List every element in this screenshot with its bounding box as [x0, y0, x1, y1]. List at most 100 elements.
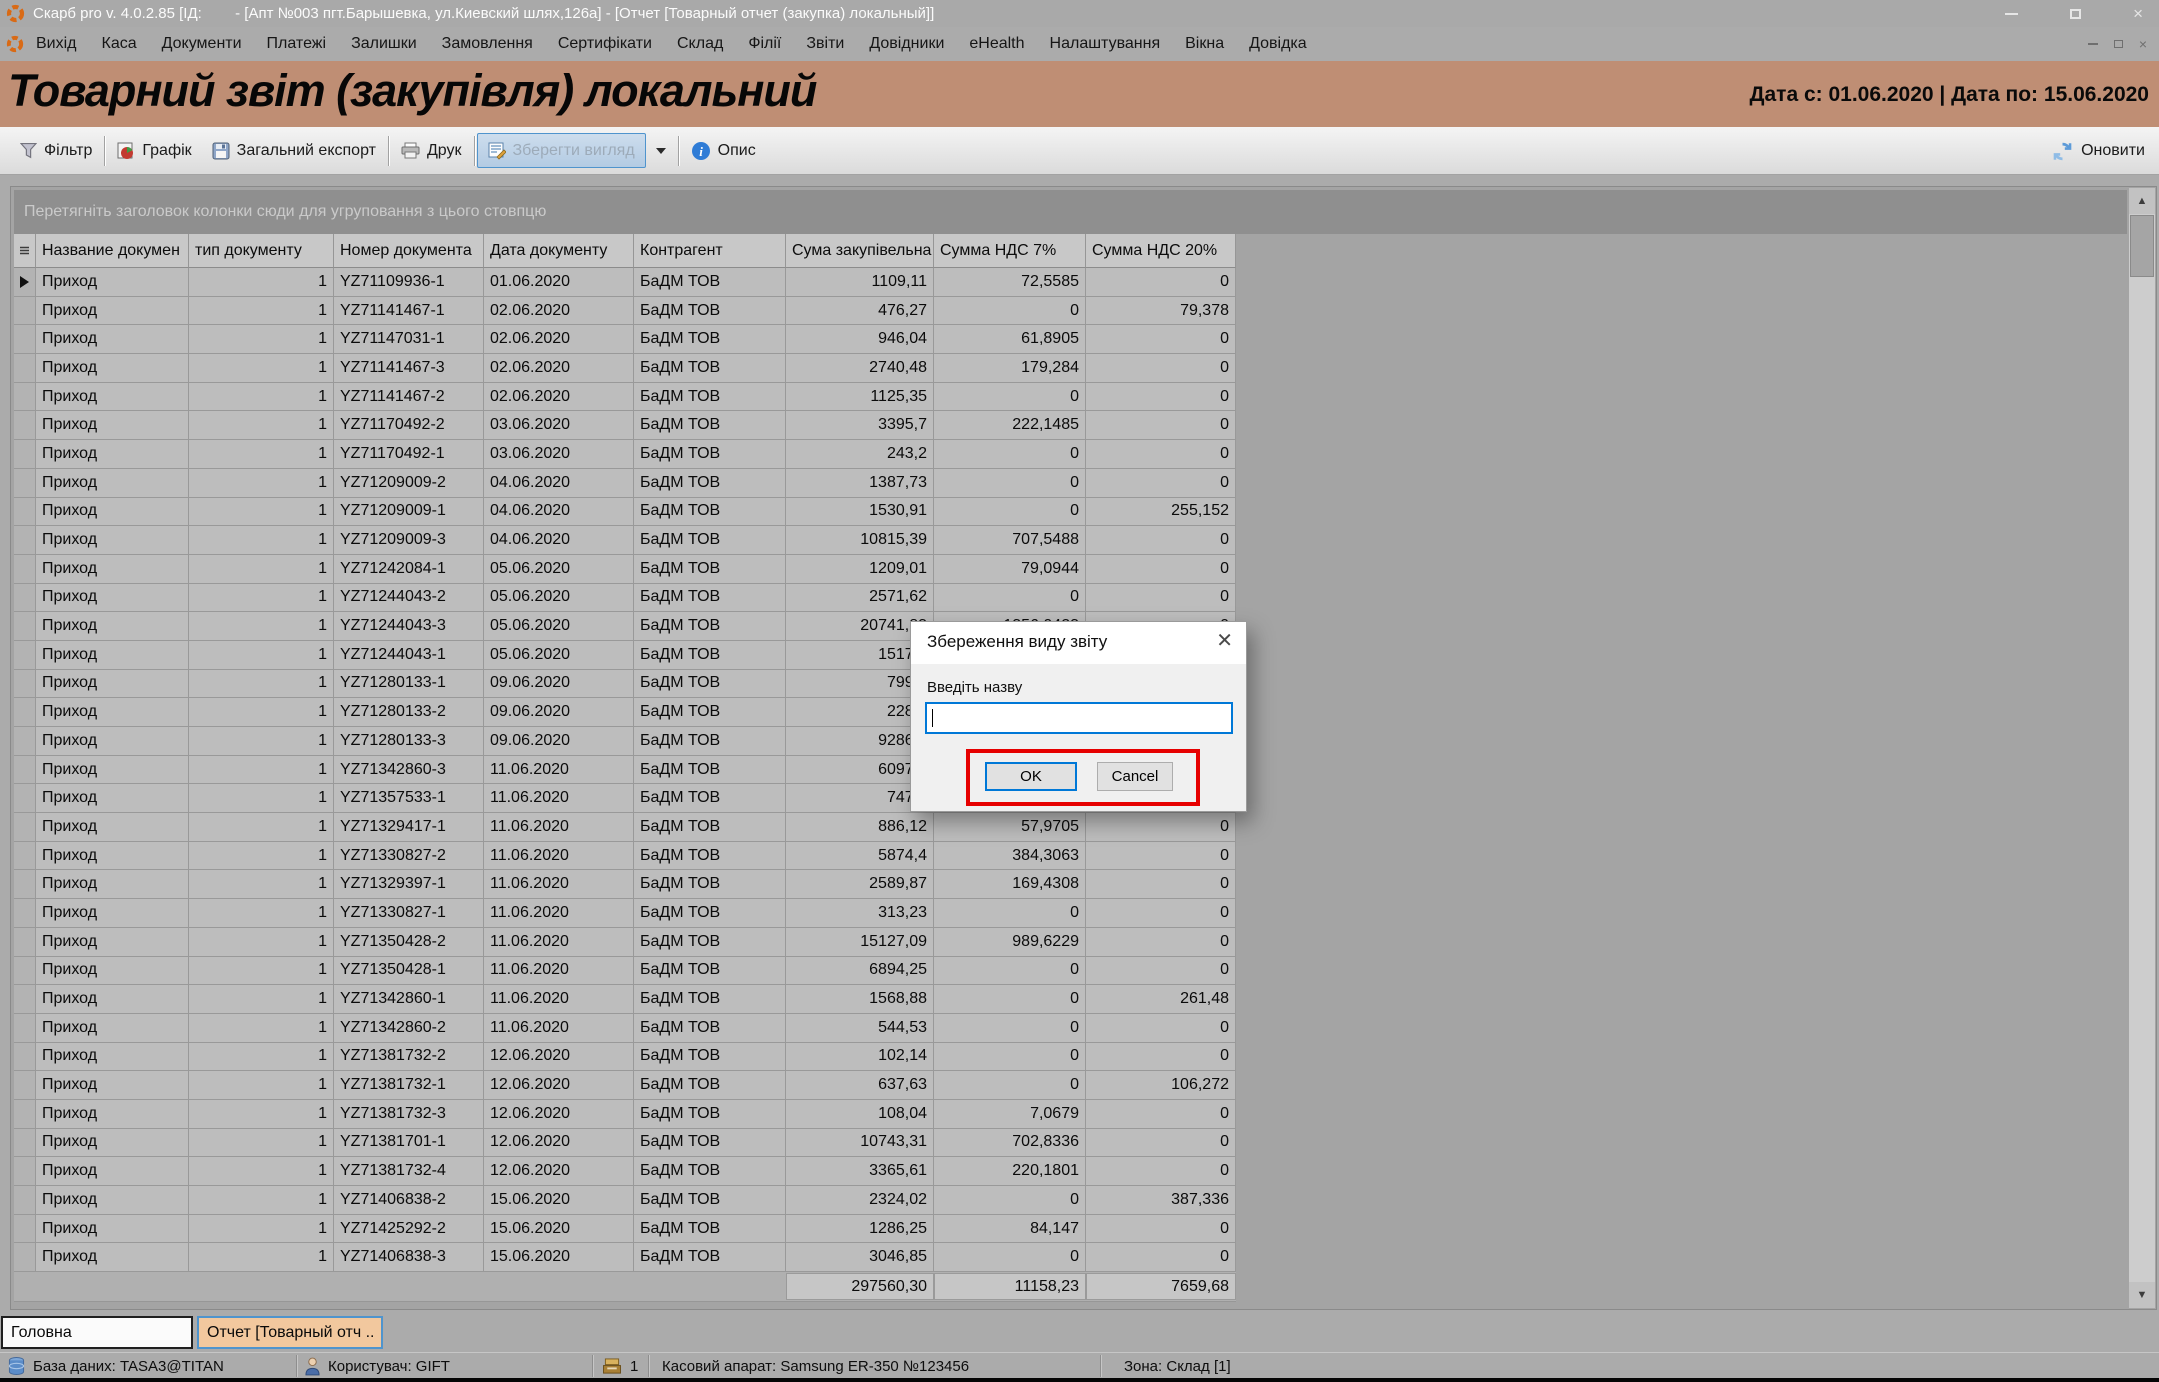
export-button[interactable]: Загальний експорт: [202, 133, 386, 169]
grid-row-4[interactable]: Приход1YZ71141467-202.06.2020БаДМ ТОВ112…: [14, 383, 1236, 412]
grid-row-3[interactable]: Приход1YZ71141467-302.06.2020БаДМ ТОВ274…: [14, 354, 1236, 383]
cell: БаДМ ТОВ: [634, 1186, 786, 1215]
filter-button[interactable]: Фільтр: [10, 133, 102, 169]
column-header-3[interactable]: Дата документу: [484, 234, 634, 268]
menu-item-10[interactable]: Довідники: [869, 35, 944, 53]
cell: 1: [189, 383, 334, 412]
cell: БаДМ ТОВ: [634, 1215, 786, 1244]
grid-row-6[interactable]: Приход1YZ71170492-103.06.2020БаДМ ТОВ243…: [14, 440, 1236, 469]
report-name-input[interactable]: [925, 702, 1233, 734]
grid-row-30[interactable]: Приход1YZ71381701-112.06.2020БаДМ ТОВ107…: [14, 1129, 1236, 1158]
grid-row-5[interactable]: Приход1YZ71170492-203.06.2020БаДМ ТОВ339…: [14, 411, 1236, 440]
total-value-0: 297560,30: [786, 1273, 934, 1300]
grid-row-31[interactable]: Приход1YZ71381732-412.06.2020БаДМ ТОВ336…: [14, 1157, 1236, 1186]
status-segment-3: Касовий апарат: Samsung ER-350 №123456: [662, 1353, 969, 1379]
menu-item-14[interactable]: Довідка: [1249, 35, 1307, 53]
minimize-icon[interactable]: [2005, 13, 2018, 15]
chart-button[interactable]: Графік: [107, 133, 201, 169]
grid-row-1[interactable]: Приход1YZ71141467-102.06.2020БаДМ ТОВ476…: [14, 297, 1236, 326]
grid-row-2[interactable]: Приход1YZ71147031-102.06.2020БаДМ ТОВ946…: [14, 325, 1236, 354]
grid-row-19[interactable]: Приход1YZ71329417-111.06.2020БаДМ ТОВ886…: [14, 813, 1236, 842]
tab-report[interactable]: Отчет [Товарный отч ..: [197, 1316, 383, 1349]
column-header-6[interactable]: Сумма НДС 7%: [934, 234, 1086, 268]
column-header-5[interactable]: Сума закупівельна: [786, 234, 934, 268]
refresh-button[interactable]: Оновити: [2052, 133, 2145, 169]
cell: 15.06.2020: [484, 1243, 634, 1272]
menu-item-0[interactable]: Вихід: [36, 35, 77, 53]
cell: 11.06.2020: [484, 985, 634, 1014]
column-header-1[interactable]: тип документу: [189, 234, 334, 268]
grid-totals-row: 297560,3011158,237659,68: [14, 1272, 1236, 1302]
menu-item-13[interactable]: Вікна: [1185, 35, 1224, 53]
grid-row-28[interactable]: Приход1YZ71381732-112.06.2020БаДМ ТОВ637…: [14, 1071, 1236, 1100]
cell: 108,04: [786, 1100, 934, 1129]
menu-item-1[interactable]: Каса: [102, 35, 137, 53]
dialog-close-icon[interactable]: ✕: [1216, 630, 1233, 652]
scroll-down-icon[interactable]: ▼: [2129, 1282, 2155, 1308]
grid-row-23[interactable]: Приход1YZ71350428-211.06.2020БаДМ ТОВ151…: [14, 928, 1236, 957]
cell: 313,23: [786, 899, 934, 928]
cell: Приход: [36, 1215, 189, 1244]
menu-item-12[interactable]: Налаштування: [1050, 35, 1161, 53]
grid-row-21[interactable]: Приход1YZ71329397-111.06.2020БаДМ ТОВ258…: [14, 870, 1236, 899]
info-icon: i: [691, 141, 711, 161]
cell: 1: [189, 268, 334, 297]
close-icon[interactable]: ×: [2133, 5, 2143, 22]
restore-icon[interactable]: [2070, 9, 2081, 19]
grid-row-24[interactable]: Приход1YZ71350428-111.06.2020БаДМ ТОВ689…: [14, 957, 1236, 986]
column-header-2[interactable]: Номер документа: [334, 234, 484, 268]
save-view-button[interactable]: Зберегти вигляд: [477, 133, 646, 168]
grid-row-8[interactable]: Приход1YZ71209009-104.06.2020БаДМ ТОВ153…: [14, 498, 1236, 527]
cell: Приход: [36, 1129, 189, 1158]
column-chooser-icon[interactable]: [14, 234, 36, 268]
cell: 05.06.2020: [484, 612, 634, 641]
grid-row-10[interactable]: Приход1YZ71242084-105.06.2020БаДМ ТОВ120…: [14, 555, 1236, 584]
scrollbar-thumb[interactable]: [2130, 215, 2154, 277]
cell: БаДМ ТОВ: [634, 297, 786, 326]
grid-row-0[interactable]: Приход1YZ71109936-101.06.2020БаДМ ТОВ110…: [14, 268, 1236, 297]
grid-row-22[interactable]: Приход1YZ71330827-111.06.2020БаДМ ТОВ313…: [14, 899, 1236, 928]
cell: 12.06.2020: [484, 1129, 634, 1158]
cell: 169,4308: [934, 870, 1086, 899]
menu-item-9[interactable]: Звіти: [806, 35, 844, 53]
print-button[interactable]: Друк: [391, 133, 472, 169]
group-by-panel[interactable]: Перетягніть заголовок колонки сюди для у…: [14, 190, 2127, 234]
cell: Приход: [36, 727, 189, 756]
grid-row-9[interactable]: Приход1YZ71209009-304.06.2020БаДМ ТОВ108…: [14, 526, 1236, 555]
description-button[interactable]: i Опис: [681, 133, 766, 169]
cell: БаДМ ТОВ: [634, 555, 786, 584]
tab-main[interactable]: Головна: [1, 1316, 193, 1349]
mdi-minimize-icon[interactable]: [2088, 43, 2098, 45]
mdi-close-icon[interactable]: ×: [2139, 37, 2147, 51]
menu-item-4[interactable]: Залишки: [351, 35, 417, 53]
grid-row-7[interactable]: Приход1YZ71209009-204.06.2020БаДМ ТОВ138…: [14, 469, 1236, 498]
grid-row-34[interactable]: Приход1YZ71406838-315.06.2020БаДМ ТОВ304…: [14, 1243, 1236, 1272]
menu-item-8[interactable]: Філії: [748, 35, 781, 53]
grid-row-27[interactable]: Приход1YZ71381732-212.06.2020БаДМ ТОВ102…: [14, 1043, 1236, 1072]
menu-item-7[interactable]: Склад: [677, 35, 723, 53]
column-header-7[interactable]: Сумма НДС 20%: [1086, 234, 1236, 268]
grid-row-33[interactable]: Приход1YZ71425292-215.06.2020БаДМ ТОВ128…: [14, 1215, 1236, 1244]
vertical-scrollbar[interactable]: ▲ ▼: [2129, 188, 2155, 1308]
scroll-up-icon[interactable]: ▲: [2129, 188, 2155, 214]
grid-row-29[interactable]: Приход1YZ71381732-312.06.2020БаДМ ТОВ108…: [14, 1100, 1236, 1129]
grid-row-32[interactable]: Приход1YZ71406838-215.06.2020БаДМ ТОВ232…: [14, 1186, 1236, 1215]
menu-item-6[interactable]: Сертифікати: [558, 35, 652, 53]
mdi-restore-icon[interactable]: [2114, 40, 2123, 48]
menu-item-3[interactable]: Платежі: [267, 35, 327, 53]
save-view-dropdown-icon[interactable]: [656, 148, 666, 154]
grid-row-25[interactable]: Приход1YZ71342860-111.06.2020БаДМ ТОВ156…: [14, 985, 1236, 1014]
column-header-4[interactable]: Контрагент: [634, 234, 786, 268]
cell: 02.06.2020: [484, 297, 634, 326]
row-marker-icon: [20, 276, 29, 288]
menu-item-11[interactable]: eHealth: [969, 35, 1024, 53]
cell: 11.06.2020: [484, 756, 634, 785]
grid-row-26[interactable]: Приход1YZ71342860-211.06.2020БаДМ ТОВ544…: [14, 1014, 1236, 1043]
grid-row-11[interactable]: Приход1YZ71244043-205.06.2020БаДМ ТОВ257…: [14, 584, 1236, 613]
row-selector: [14, 842, 36, 871]
menu-item-5[interactable]: Замовлення: [442, 35, 533, 53]
grid-row-20[interactable]: Приход1YZ71330827-211.06.2020БаДМ ТОВ587…: [14, 842, 1236, 871]
row-selector: [14, 698, 36, 727]
menu-item-2[interactable]: Документи: [162, 35, 242, 53]
column-header-0[interactable]: Название докумен: [36, 234, 189, 268]
